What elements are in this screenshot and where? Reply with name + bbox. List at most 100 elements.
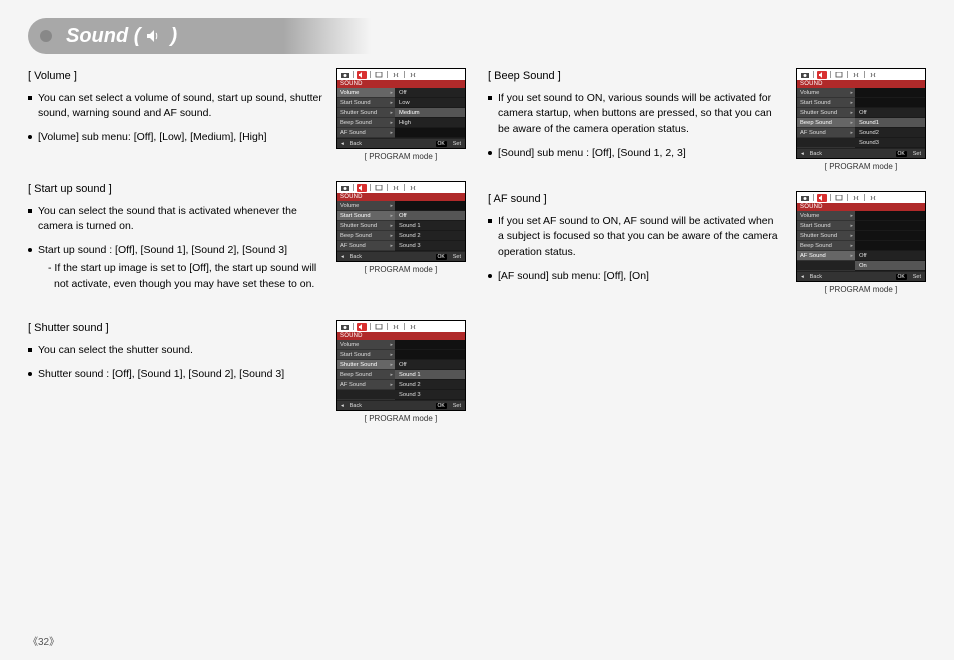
chevron-right-icon: ▸ — [390, 203, 393, 209]
chevron-right-icon: ▸ — [390, 372, 393, 378]
sound-tab-icon — [817, 71, 827, 79]
menu-title: SOUND — [797, 80, 925, 88]
startup-note: - If the start up image is set to [Off],… — [38, 261, 322, 293]
menu-item-label: Shutter Sound▸ — [337, 221, 395, 231]
menu-row: Volume▸ — [337, 201, 465, 211]
menu-tabs — [337, 182, 465, 193]
chevron-right-icon: ▸ — [390, 213, 393, 219]
menu-row: Start Sound▸ Off — [337, 211, 465, 221]
menu-item-label: Volume▸ — [797, 88, 855, 98]
menu-tabs — [337, 321, 465, 332]
ok-label: OK — [896, 151, 907, 157]
set-label: Set — [453, 403, 461, 409]
menu-item-label: Start Sound▸ — [337, 98, 395, 108]
menu-caption: [ PROGRAM mode ] — [336, 265, 466, 274]
section-volume: [ Volume ] You can set select a volume o… — [28, 68, 466, 161]
menu-row: AF Sound▸ Off — [797, 251, 925, 261]
menu-row: Start Sound▸ — [797, 221, 925, 231]
menu-row: Beep Sound▸ — [797, 241, 925, 251]
chevron-right-icon: ▸ — [390, 90, 393, 96]
menu-option — [855, 88, 925, 98]
menu-frame: SOUND Volume▸ Start Sound▸ Shutter Sound… — [796, 191, 926, 282]
chevron-right-icon: ▸ — [850, 100, 853, 106]
menu-item-label: Beep Sound▸ — [337, 118, 395, 128]
set-label: Set — [913, 274, 921, 280]
menu-row: AF Sound▸ Sound2 — [797, 128, 925, 138]
title-left: Sound ( — [66, 25, 140, 48]
menu-row: AF Sound▸ Sound 3 — [337, 241, 465, 251]
menu-frame: SOUND Volume▸ Start Sound▸ Shutter Sound… — [796, 68, 926, 159]
menu-item-label: AF Sound▸ — [797, 251, 855, 261]
chevron-right-icon: ▸ — [850, 253, 853, 259]
chevron-right-icon: ▸ — [390, 100, 393, 106]
startup-title: [ Start up sound ] — [28, 181, 322, 198]
menu-option: Sound 2 — [395, 380, 465, 390]
sound-tab-icon — [357, 323, 367, 331]
menu-option: Sound 1 — [395, 370, 465, 380]
menu-option: Sound1 — [855, 118, 925, 128]
menu-row: On — [797, 261, 925, 271]
menu-row: Volume▸ — [797, 88, 925, 98]
menu-row: Volume▸ — [337, 340, 465, 350]
menu-row: Shutter Sound▸ — [797, 231, 925, 241]
menu-row: Sound3 — [797, 138, 925, 148]
menu-footer: ◂ Back OK Set — [797, 148, 925, 158]
menu-row: Sound 3 — [337, 390, 465, 400]
menu-item-label: Beep Sound▸ — [797, 241, 855, 251]
menu-option — [395, 340, 465, 350]
menu-item-label: Shutter Sound▸ — [337, 108, 395, 118]
back-icon: ◂ — [341, 141, 344, 147]
menu-item-label: Start Sound▸ — [337, 350, 395, 360]
set-label: Set — [913, 151, 921, 157]
chevron-right-icon: ▸ — [390, 233, 393, 239]
menu-title: SOUND — [337, 332, 465, 340]
chevron-right-icon: ▸ — [850, 130, 853, 136]
setup2-icon — [408, 184, 418, 192]
menu-option — [855, 98, 925, 108]
menu-row: Beep Sound▸ Sound 2 — [337, 231, 465, 241]
chevron-right-icon: ▸ — [390, 382, 393, 388]
menu-row: Start Sound▸ — [797, 98, 925, 108]
menu-option: Sound 1 — [395, 221, 465, 231]
chevron-right-icon: ▸ — [390, 223, 393, 229]
menu-footer: ◂ Back OK Set — [797, 271, 925, 281]
menu-option — [855, 221, 925, 231]
startup-menu: SOUND Volume▸ Start Sound▸ Off Shutter S… — [336, 181, 466, 274]
setup-icon — [391, 184, 401, 192]
chevron-right-icon: ▸ — [390, 130, 393, 136]
menu-item-label: Shutter Sound▸ — [797, 108, 855, 118]
volume-submenu: [Volume] sub menu: [Off], [Low], [Medium… — [28, 130, 322, 146]
setup2-icon — [408, 71, 418, 79]
shutter-menu: SOUND Volume▸ Start Sound▸ Shutter Sound… — [336, 320, 466, 423]
menu-item-label: Start Sound▸ — [797, 221, 855, 231]
chevron-right-icon: ▸ — [390, 352, 393, 358]
column-left: [ Volume ] You can set select a volume o… — [28, 68, 466, 443]
menu-item-label: Start Sound▸ — [797, 98, 855, 108]
ok-label: OK — [436, 254, 447, 260]
menu-caption: [ PROGRAM mode ] — [336, 152, 466, 161]
back-label: Back — [350, 403, 362, 409]
chevron-right-icon: ▸ — [390, 342, 393, 348]
back-label: Back — [350, 141, 362, 147]
title-right: ) — [170, 25, 177, 48]
menu-caption: [ PROGRAM mode ] — [336, 414, 466, 423]
menu-item-label: Start Sound▸ — [337, 211, 395, 221]
startup-desc: You can select the sound that is activat… — [28, 204, 322, 236]
menu-row: Shutter Sound▸ Off — [337, 360, 465, 370]
back-label: Back — [810, 274, 822, 280]
beep-title: [ Beep Sound ] — [488, 68, 782, 85]
menu-row: Shutter Sound▸ Medium — [337, 108, 465, 118]
display-icon — [374, 71, 384, 79]
af-title: [ AF sound ] — [488, 191, 782, 208]
menu-item-label: Beep Sound▸ — [337, 231, 395, 241]
setup2-icon — [868, 71, 878, 79]
beep-menu: SOUND Volume▸ Start Sound▸ Shutter Sound… — [796, 68, 926, 171]
menu-item-label: Volume▸ — [337, 88, 395, 98]
menu-item-label: AF Sound▸ — [337, 380, 395, 390]
display-icon — [834, 194, 844, 202]
section-startup: [ Start up sound ] You can select the so… — [28, 181, 466, 300]
menu-row: AF Sound▸ Sound 2 — [337, 380, 465, 390]
menu-row: Shutter Sound▸ Sound 1 — [337, 221, 465, 231]
menu-item-label: Shutter Sound▸ — [337, 360, 395, 370]
volume-desc: You can set select a volume of sound, st… — [28, 91, 322, 123]
